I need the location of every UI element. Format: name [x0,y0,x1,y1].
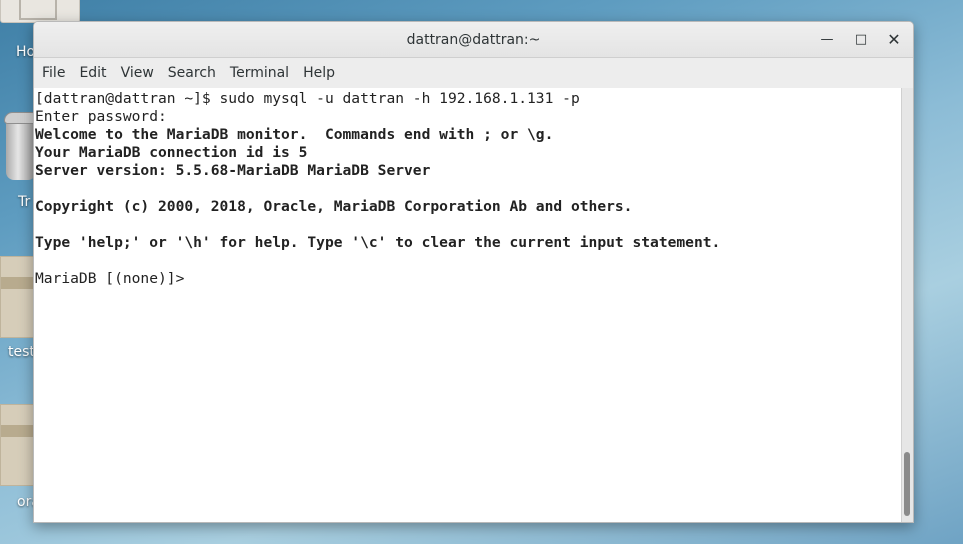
trash-label: Tr [18,194,31,210]
menu-edit[interactable]: Edit [72,58,113,88]
home-folder-icon[interactable] [0,0,80,23]
window-title: dattran@dattran:~ [406,32,541,48]
terminal-line-help: Type 'help;' or '\h' for help. Type '\c'… [35,234,721,251]
terminal-output[interactable]: [dattran@dattran ~]$ sudo mysql -u dattr… [34,88,901,522]
terminal-line-copyright: Copyright (c) 2000, 2018, Oracle, MariaD… [35,198,633,215]
terminal-line-password: Enter password: [35,108,167,125]
folder-label-test: test [8,344,35,360]
maximize-button[interactable]: □ [852,31,870,49]
menu-help[interactable]: Help [296,58,342,88]
vertical-scrollbar[interactable] [901,88,913,522]
menu-search[interactable]: Search [161,58,223,88]
menu-file[interactable]: File [35,58,72,88]
scrollbar-thumb[interactable] [904,452,910,516]
title-bar[interactable]: dattran@dattran:~ — □ ✕ [34,22,913,58]
menu-terminal[interactable]: Terminal [223,58,296,88]
terminal-line-connection-id: Your MariaDB connection id is 5 [35,144,308,161]
folder-icon-test[interactable] [0,256,36,338]
folder-tab [1,425,35,437]
folder-tab [1,277,35,289]
terminal-window: dattran@dattran:~ — □ ✕ File Edit View S… [33,21,914,523]
minimize-button[interactable]: — [818,31,836,49]
terminal-line-server-version: Server version: 5.5.68-MariaDB MariaDB S… [35,162,431,179]
trash-can-body [6,120,36,180]
terminal-line-prompt[interactable]: MariaDB [(none)]> [35,270,901,288]
close-button[interactable]: ✕ [885,31,903,49]
folder-icon-ora[interactable] [0,404,36,486]
menu-bar: File Edit View Search Terminal Help [34,58,913,89]
house-icon [19,0,57,20]
menu-view[interactable]: View [114,58,161,88]
terminal-line-welcome: Welcome to the MariaDB monitor. Commands… [35,126,554,143]
terminal-line-command: [dattran@dattran ~]$ sudo mysql -u dattr… [35,90,580,107]
trash-icon[interactable] [4,112,40,182]
